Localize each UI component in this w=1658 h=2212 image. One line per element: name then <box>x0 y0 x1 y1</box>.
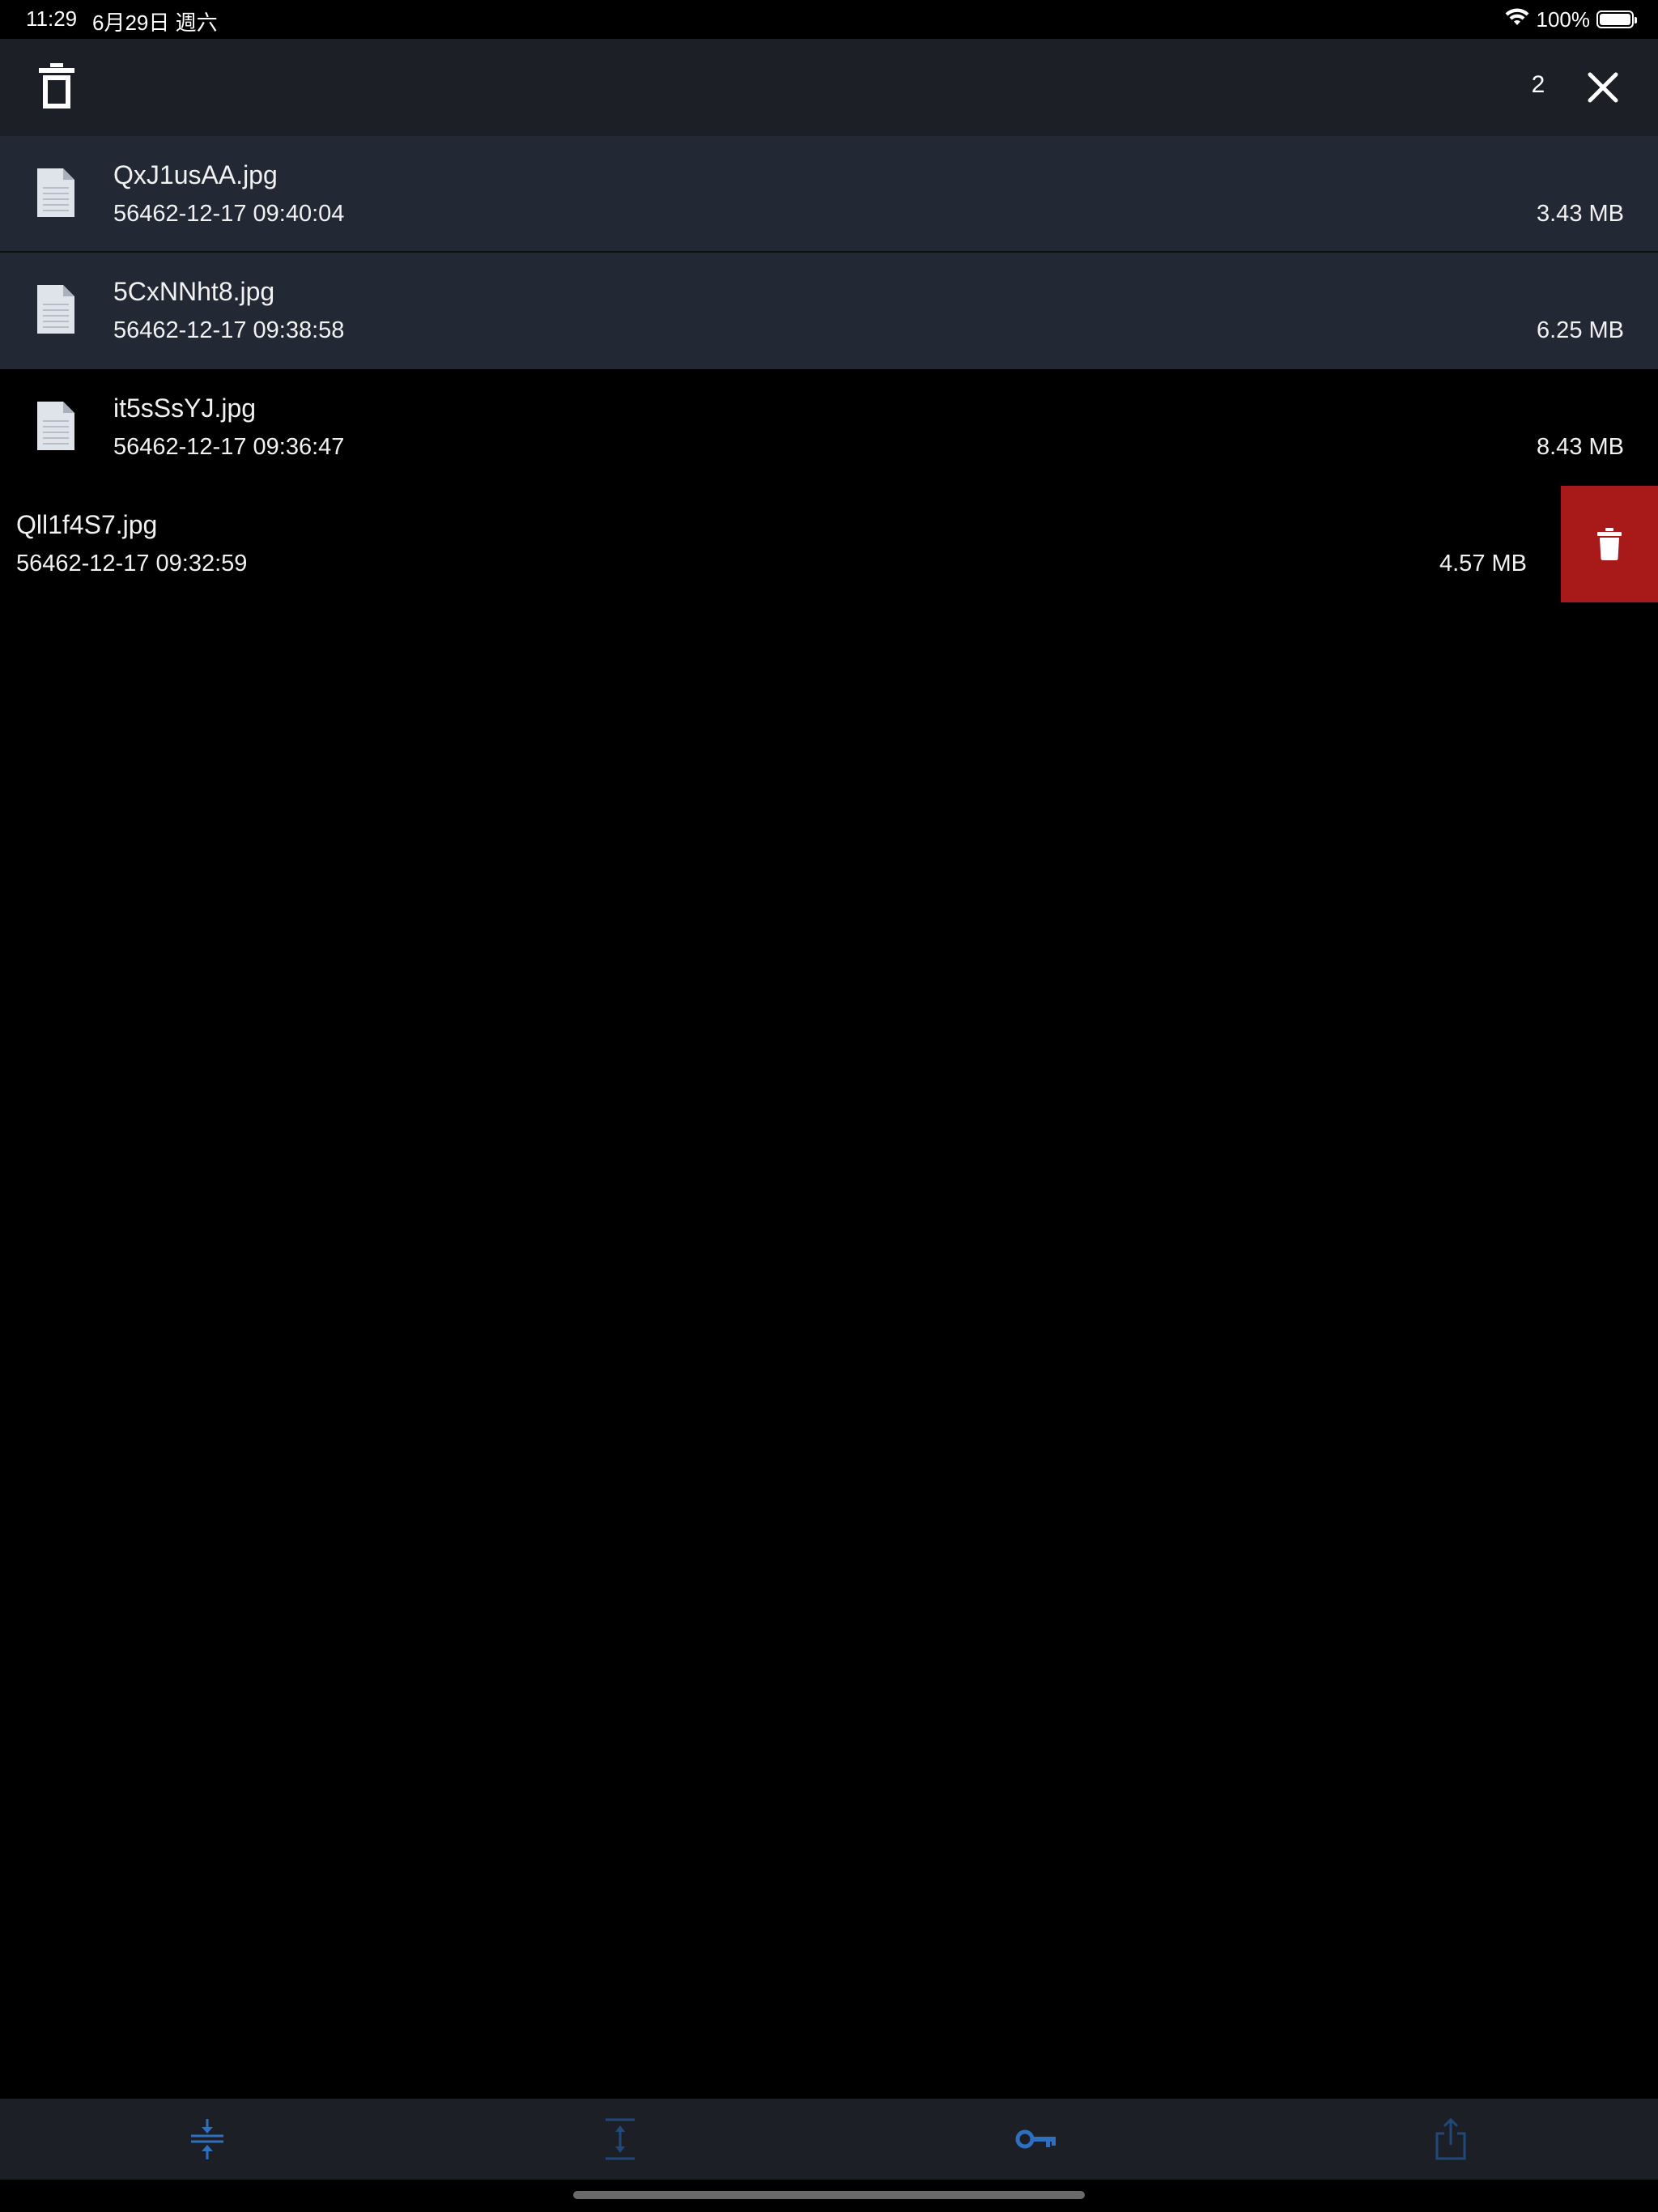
trash-icon <box>39 63 74 108</box>
status-time: 11:29 <box>26 6 78 31</box>
document-icon <box>37 285 74 334</box>
compress-button[interactable] <box>183 2115 232 2163</box>
key-icon <box>1015 2129 1056 2149</box>
status-right: 100% <box>1504 6 1637 32</box>
share-button[interactable] <box>1426 2115 1475 2163</box>
status-date: 6月29日 週六 <box>92 11 218 35</box>
close-icon <box>1588 72 1618 103</box>
swipe-delete-button[interactable] <box>1561 486 1658 602</box>
file-name: Qll1f4S7.jpg <box>16 510 158 539</box>
battery-icon <box>1596 11 1637 28</box>
file-date: 56462-12-17 09:40:04 <box>113 201 345 227</box>
file-size: 8.43 MB <box>1537 434 1624 460</box>
selected-count: 2 <box>1531 71 1545 98</box>
file-size: 6.25 MB <box>1537 317 1624 343</box>
file-size: 4.57 MB <box>1439 551 1527 576</box>
close-selection-button[interactable] <box>1579 63 1627 112</box>
file-row[interactable]: it5sSsYJ.jpg 56462-12-17 09:36:47 8.43 M… <box>0 369 1658 486</box>
file-row-swiped[interactable]: Qll1f4S7.jpg 56462-12-17 09:32:59 4.57 M… <box>0 486 1658 602</box>
file-name: it5sSsYJ.jpg <box>113 393 257 423</box>
bottom-toolbar <box>0 2099 1658 2180</box>
file-date: 56462-12-17 09:32:59 <box>16 551 248 576</box>
expand-icon <box>606 2118 635 2160</box>
key-button[interactable] <box>1012 2115 1061 2163</box>
compress-icon <box>191 2119 223 2159</box>
status-bar: 11:29 6月29日 週六 100% <box>0 0 1658 39</box>
delete-selected-button[interactable] <box>32 62 81 113</box>
file-row[interactable]: QxJ1usAA.jpg 56462-12-17 09:40:04 3.43 M… <box>0 136 1658 253</box>
file-date: 56462-12-17 09:36:47 <box>113 434 345 460</box>
file-name: QxJ1usAA.jpg <box>113 160 278 189</box>
battery-percent: 100% <box>1536 6 1591 32</box>
file-list: QxJ1usAA.jpg 56462-12-17 09:40:04 3.43 M… <box>0 136 1658 602</box>
selection-toolbar: 2 <box>0 39 1658 136</box>
file-name: 5CxNNht8.jpg <box>113 277 275 306</box>
trash-icon <box>1597 528 1622 560</box>
share-icon <box>1435 2117 1466 2160</box>
document-icon <box>37 168 74 217</box>
file-date: 56462-12-17 09:38:58 <box>113 317 345 343</box>
file-size: 3.43 MB <box>1537 201 1624 227</box>
document-icon <box>37 402 74 450</box>
home-indicator[interactable] <box>573 2191 1085 2199</box>
expand-button[interactable] <box>596 2115 644 2163</box>
file-row[interactable]: 5CxNNht8.jpg 56462-12-17 09:38:58 6.25 M… <box>0 253 1658 369</box>
wifi-icon <box>1504 7 1530 32</box>
